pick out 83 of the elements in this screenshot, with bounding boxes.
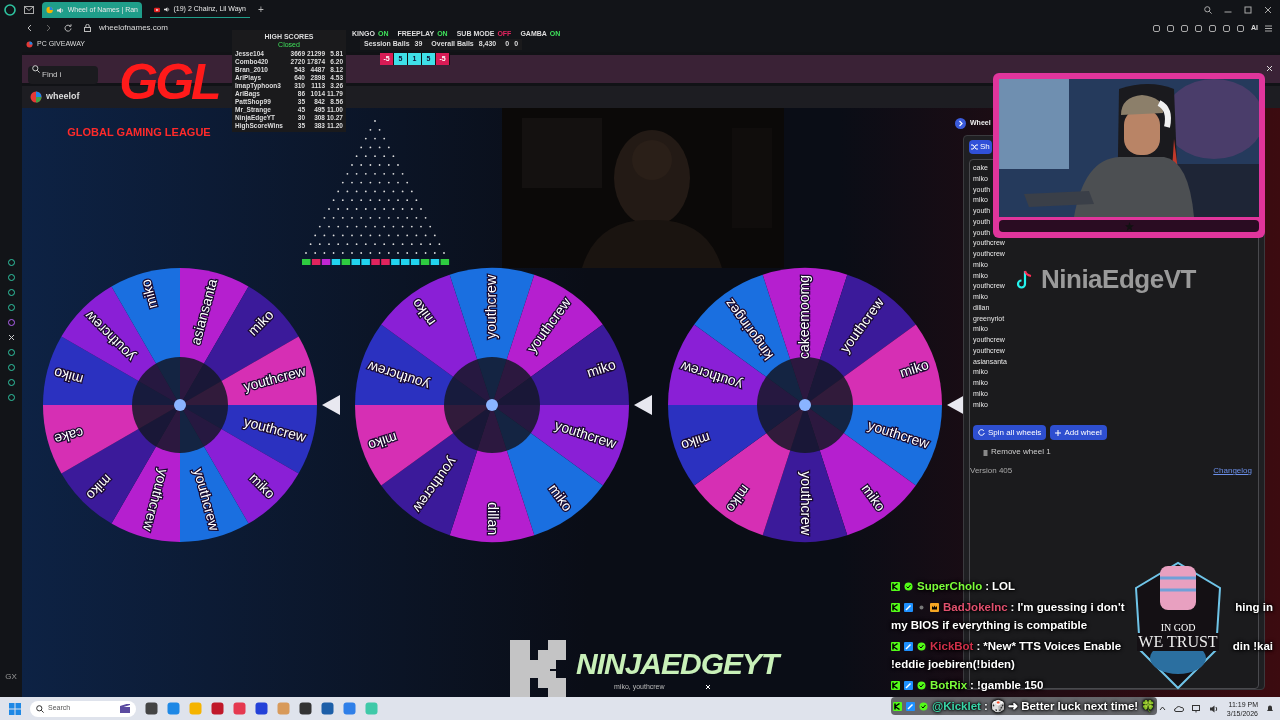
wheel-label: youthcrew — [482, 275, 499, 339]
changelog-link[interactable]: Changelog — [1213, 465, 1252, 477]
wheel-label: miko — [137, 277, 161, 311]
spin-button[interactable]: Spin all wheels — [973, 425, 1047, 440]
video-favicon-icon — [154, 5, 161, 14]
add-wheel-button[interactable]: Add wheel — [1050, 425, 1107, 440]
pointer-icon — [634, 395, 652, 415]
message-text: my BIOS if everything is compatible — [891, 618, 1088, 633]
emblem-text: WE TRUST — [1137, 633, 1219, 651]
message-text: 🎲 ➜ Better luck next time! 🍀 — [990, 699, 1156, 714]
wheel-label: miko — [897, 356, 931, 381]
message-text: LOL — [992, 579, 1015, 594]
star-icon — [1124, 221, 1134, 231]
trash-icon — [983, 448, 988, 456]
separator-text: : — [983, 699, 988, 714]
wheel-label: miko — [679, 429, 713, 454]
user-name[interactable]: BotRix — [930, 676, 968, 694]
mail-icon[interactable] — [24, 6, 34, 14]
site-title[interactable]: wheelof — [46, 90, 80, 104]
volume-icon[interactable] — [1209, 704, 1219, 713]
separator-text: : — [976, 639, 981, 654]
logo-text: GGL — [119, 56, 219, 108]
cloud-icon[interactable] — [1173, 705, 1184, 712]
message-text: !eddie joebiren(!biden) — [891, 657, 1015, 672]
chevron-icon[interactable] — [1158, 706, 1166, 711]
search-icon — [32, 65, 40, 73]
wheel-label: miko — [584, 356, 618, 381]
wheel-disc[interactable] — [668, 268, 942, 542]
message-text: *New* TTS Voices Enable — [983, 639, 1122, 654]
logo-subtitle: GLOBAL GAMING LEAGUE — [67, 125, 211, 140]
pointer-icon — [322, 395, 340, 415]
gx-label: GX — [5, 671, 17, 683]
forward-icon[interactable] — [45, 24, 52, 32]
wheel-label: youthcrew — [798, 471, 815, 535]
x-icon[interactable] — [7, 334, 15, 341]
separator-text: : — [985, 579, 989, 594]
shuffle-icon — [971, 144, 978, 150]
user-name[interactable]: SuperCholo — [917, 577, 983, 595]
bell-icon[interactable] — [1266, 704, 1274, 713]
back-icon[interactable] — [26, 24, 33, 32]
search-icon — [36, 704, 44, 713]
wheel-label: miko — [366, 429, 400, 454]
maximize-icon[interactable] — [1244, 6, 1252, 14]
separator-text: : — [970, 678, 974, 693]
close-icon[interactable] — [1264, 6, 1272, 14]
plus-icon — [1055, 429, 1062, 436]
wheel-favicon-icon — [26, 40, 33, 48]
shuffle-button[interactable]: Sh — [969, 140, 992, 154]
wheel-disc[interactable] — [43, 268, 317, 542]
k-logo-icon — [510, 640, 566, 697]
wheel-logo-icon — [30, 91, 42, 103]
separator-text: : — [1010, 600, 1015, 615]
wheel-label: miko — [52, 364, 85, 388]
version-text: Version 405 — [970, 465, 1013, 477]
message-text: din !kai — [1232, 639, 1273, 654]
wheel-favicon-icon — [46, 6, 54, 14]
speaker-icon[interactable] — [164, 6, 170, 13]
user-name[interactable]: KickBot — [930, 637, 974, 655]
network-icon[interactable] — [1191, 704, 1202, 713]
search-icon[interactable] — [1204, 6, 1212, 14]
search-field[interactable]: Find i — [28, 65, 98, 84]
new-tab-button[interactable]: + — [258, 5, 264, 15]
wheel-label: cake — [52, 424, 86, 448]
message-text: !gamble 150 — [976, 678, 1044, 693]
lock-icon — [84, 24, 91, 32]
message-text: hing in — [1235, 600, 1273, 615]
browser-logo-icon[interactable] — [4, 4, 16, 16]
channel-name: NiniaEdgeVT — [1041, 263, 1196, 296]
chevron-icon[interactable] — [955, 117, 966, 129]
windows-start-icon[interactable] — [9, 702, 21, 715]
wheel-label: cakeemoomg — [795, 275, 812, 360]
wheel-label: dillan — [485, 502, 502, 535]
emblem-text: IN GOD — [1160, 622, 1196, 633]
message-text: I'm guessing i don't — [1017, 600, 1125, 615]
app-icon[interactable] — [255, 702, 268, 715]
user-name[interactable]: BadJokeInc — [943, 598, 1008, 616]
wheel-disc[interactable] — [355, 268, 629, 542]
app-icon[interactable] — [343, 702, 356, 715]
clapper-icon — [120, 704, 130, 713]
app-icon[interactable] — [211, 702, 224, 715]
menu-icon[interactable] — [1265, 24, 1272, 32]
remove-wheel-link[interactable]: Remove wheel 1 — [983, 446, 1051, 458]
url-text[interactable]: wheelofnames.com — [99, 22, 168, 34]
